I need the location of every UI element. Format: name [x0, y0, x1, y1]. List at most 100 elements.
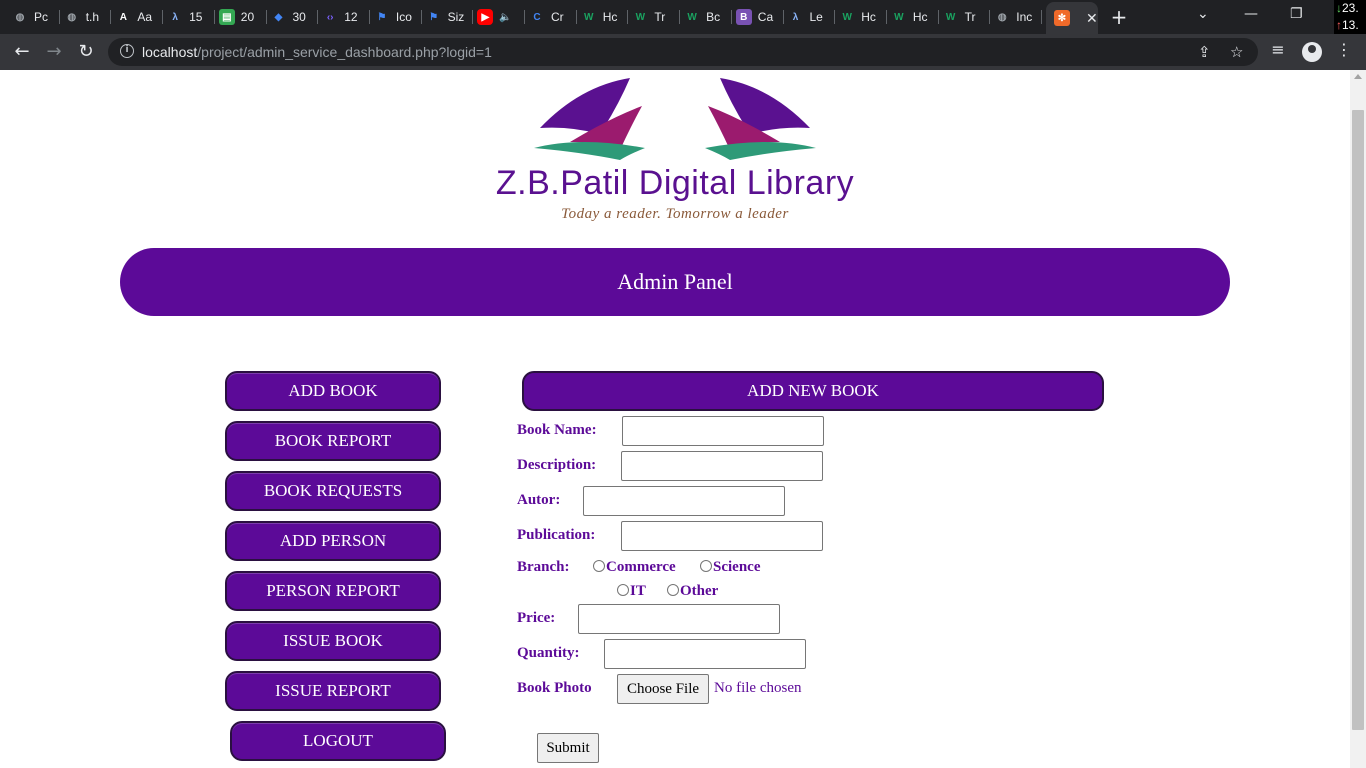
price-input[interactable] [578, 604, 780, 634]
sidebar-item-label: BOOK REQUESTS [263, 481, 403, 500]
browser-tab[interactable]: ▶ 🔈 [477, 4, 523, 30]
globe-icon: ◍ [15, 11, 25, 23]
tab-active[interactable]: ✻ ✕ [1046, 2, 1098, 34]
browser-tab[interactable]: B Ca [735, 4, 782, 30]
branch-radio-commerce[interactable]: Commerce [593, 559, 676, 576]
tab-label: 20 [240, 10, 255, 24]
browser-tab[interactable]: ◆ 30 [271, 4, 317, 30]
person-report-button[interactable]: PERSON REPORT [225, 571, 441, 611]
bookmark-star-icon[interactable]: ☆ [1230, 43, 1243, 61]
logout-button[interactable]: LOGOUT [230, 721, 446, 761]
browser-tab[interactable]: λ Le [788, 4, 834, 30]
w-icon: W [687, 11, 697, 23]
browser-tab[interactable]: W Bc [684, 4, 730, 30]
browser-tab[interactable]: ▤ 20 [218, 4, 265, 30]
browser-tab[interactable]: λ 15 [167, 4, 213, 30]
tab-search-icon[interactable]: ⌄ [1197, 6, 1209, 22]
browser-tab[interactable]: W Hc [581, 4, 627, 30]
audio-playing-icon[interactable]: 🔈 [499, 12, 511, 23]
browser-toolbar: ← → ↻ i localhost/project/admin_service_… [0, 34, 1366, 70]
quantity-label: Quantity: [517, 645, 580, 661]
site-info-icon[interactable]: i [120, 44, 134, 58]
w-icon: W [635, 11, 646, 23]
browser-tab[interactable]: ⚑ Siz [426, 4, 472, 30]
browser-tab[interactable]: W Tr [943, 4, 989, 30]
price-label: Price: [517, 610, 556, 626]
tab-separator [782, 10, 784, 24]
vertical-scrollbar[interactable] [1350, 70, 1366, 768]
admin-panel-banner: Admin Panel [120, 248, 1230, 316]
tab-separator [627, 10, 629, 24]
menu-dots-icon[interactable]: ⋮ [1332, 40, 1356, 59]
issue-book-button[interactable]: ISSUE BOOK [225, 621, 441, 661]
browser-tab[interactable]: A Aa [115, 4, 161, 30]
browser-tab[interactable]: ‹› 12 [322, 4, 368, 30]
branch-radio-other[interactable]: Other [667, 583, 718, 600]
browser-tab-bar: ◍ Pc ◍ t.h A Aa λ 15 ▤ 20 ◆ 30 ‹› 12 ⚑ Ico ⚑ Siz ▶ 🔈 C Cr W Hc W… [0, 0, 1366, 34]
scroll-up-arrow-icon[interactable] [1354, 74, 1362, 79]
submit-button[interactable]: Submit [537, 733, 599, 763]
reload-icon[interactable]: ↻ [74, 40, 98, 64]
scroll-thumb[interactable] [1352, 110, 1364, 730]
logo-tagline: Today a reader. Tomorrow a leader [561, 206, 789, 222]
publication-input[interactable] [621, 521, 823, 551]
tab-separator [575, 10, 577, 24]
w-icon: W [945, 11, 956, 23]
tab-separator [730, 10, 732, 24]
book-requests-button[interactable]: BOOK REQUESTS [225, 471, 441, 511]
radio-label: Commerce [606, 559, 676, 575]
tab-label: Inc [1016, 10, 1033, 24]
tab-label: 15 [189, 10, 203, 24]
flag-icon: ⚑ [429, 11, 439, 23]
radio-circle[interactable] [617, 584, 629, 596]
book-photo-label: Book Photo [517, 680, 592, 696]
browser-tab[interactable]: ◍ t.h [64, 4, 110, 30]
description-input[interactable] [621, 451, 823, 481]
radio-circle[interactable] [593, 560, 605, 572]
restore-icon[interactable]: ❐ [1290, 6, 1303, 22]
browser-tab[interactable]: W Hc [891, 4, 937, 30]
tab-separator [317, 10, 319, 24]
tab-separator [524, 10, 525, 24]
net-down-value: 23. [1342, 1, 1359, 15]
tab-separator [989, 10, 991, 24]
add-person-button[interactable]: ADD PERSON [225, 521, 441, 561]
w-icon: W [583, 11, 594, 23]
radio-circle[interactable] [700, 560, 712, 572]
branch-radio-it[interactable]: IT [617, 583, 646, 600]
browser-tab[interactable]: W Hc [839, 4, 885, 30]
sidebar-item-label: ADD PERSON [279, 531, 387, 550]
browser-tab[interactable]: ⚑ Ico [374, 4, 420, 30]
author-input[interactable] [583, 486, 785, 516]
back-icon[interactable]: ← [10, 40, 34, 64]
choose-file-button[interactable]: Choose File [617, 674, 709, 704]
minimize-icon[interactable]: — [1244, 6, 1258, 22]
tab-label: Hc [861, 10, 876, 24]
share-icon[interactable]: ⇪ [1198, 43, 1211, 61]
form-heading-label: ADD NEW BOOK [747, 381, 879, 400]
issue-report-button[interactable]: ISSUE REPORT [225, 671, 441, 711]
forward-icon[interactable]: → [42, 40, 66, 64]
flag-icon: ⚑ [377, 11, 387, 23]
new-tab-button[interactable]: + [1108, 4, 1130, 30]
a-logo-icon: A [119, 11, 127, 23]
url-text[interactable]: localhost/project/admin_service_dashboar… [142, 44, 492, 60]
tab-label: Aa [137, 10, 153, 24]
book-name-input[interactable] [622, 416, 824, 446]
media-queue-icon[interactable]: ≡ [1266, 40, 1290, 59]
address-bar[interactable]: i localhost/project/admin_service_dashbo… [108, 38, 1258, 66]
add-book-button[interactable]: ADD BOOK [225, 371, 441, 411]
browser-tab[interactable]: C Cr [529, 4, 575, 30]
close-tab-icon[interactable]: ✕ [1086, 10, 1098, 27]
xampp-icon: ✻ [1054, 10, 1070, 26]
browser-tab[interactable]: ◍ Inc [994, 4, 1040, 30]
book-report-button[interactable]: BOOK REPORT [225, 421, 441, 461]
tab-separator [679, 10, 681, 24]
tab-label: Hc [912, 10, 928, 24]
browser-tab[interactable]: ◍ Pc [12, 4, 58, 30]
quantity-input[interactable] [604, 639, 806, 669]
branch-radio-science[interactable]: Science [700, 559, 760, 576]
radio-circle[interactable] [667, 584, 679, 596]
browser-tab[interactable]: W Tr [632, 4, 678, 30]
profile-avatar-icon[interactable] [1302, 42, 1322, 62]
